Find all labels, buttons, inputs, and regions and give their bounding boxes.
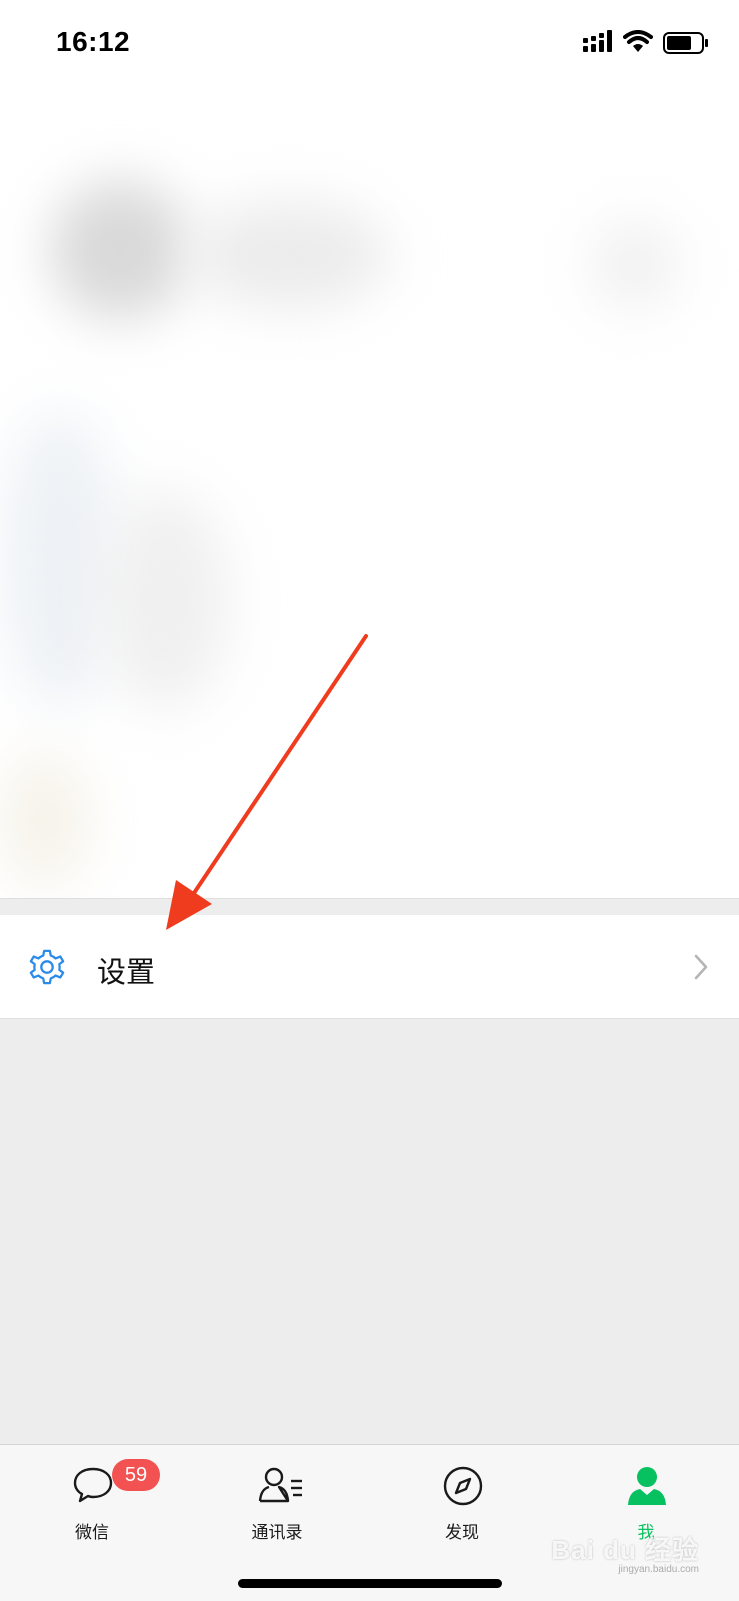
gear-icon — [29, 949, 65, 985]
battery-icon — [663, 32, 708, 54]
tab-label-contacts: 通讯录 — [251, 1523, 303, 1542]
section-divider — [0, 898, 739, 915]
tab-label-chats: 微信 — [75, 1523, 109, 1542]
profile-area-blurred — [0, 90, 739, 898]
settings-row[interactable]: 设置 — [0, 915, 739, 1019]
tab-label-discover: 发现 — [445, 1523, 479, 1542]
chat-bubble-icon — [73, 1467, 113, 1503]
watermark-text: Bai du 经验 — [551, 1535, 699, 1565]
status-bar: 16:12 — [0, 0, 739, 90]
tab-contacts[interactable]: 通讯录 — [217, 1465, 337, 1555]
person-icon — [628, 1467, 666, 1505]
unread-badge: 59 — [112, 1459, 160, 1491]
settings-label: 设置 — [97, 957, 156, 989]
contacts-icon — [258, 1467, 302, 1503]
compass-icon — [443, 1466, 483, 1506]
watermark-subtext: jingyan.baidu.com — [618, 1564, 699, 1575]
wifi-icon — [623, 30, 653, 52]
empty-gray-area — [0, 1019, 739, 1444]
tab-discover[interactable]: 发现 — [402, 1465, 522, 1555]
chevron-right-icon — [694, 954, 708, 980]
tab-chats[interactable]: 59 微信 — [32, 1459, 160, 1555]
signal-icon — [583, 30, 612, 52]
home-indicator — [238, 1579, 502, 1588]
tab-bar: 59 微信 通讯录 发现 我 — [0, 1444, 739, 1601]
status-time: 16:12 — [56, 26, 131, 57]
